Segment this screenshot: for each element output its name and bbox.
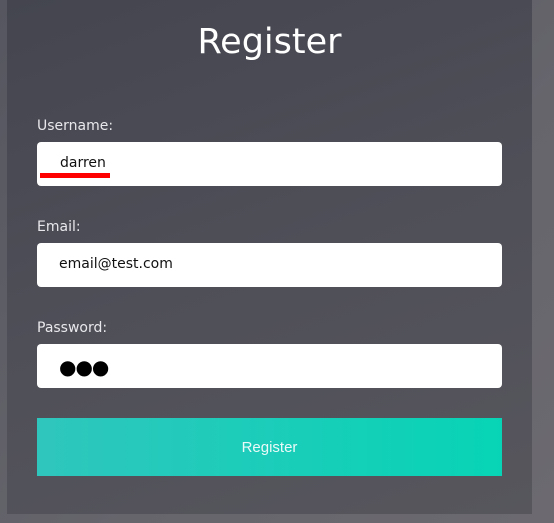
password-input[interactable]: ●●● xyxy=(37,344,502,388)
password-label: Password: xyxy=(37,320,108,336)
username-label: Username: xyxy=(37,118,114,134)
page-title: Register xyxy=(197,22,342,62)
register-button[interactable]: Register xyxy=(37,418,502,476)
email-value: email@test.com xyxy=(59,256,173,272)
email-input[interactable]: email@test.com xyxy=(37,243,502,287)
username-value: darren xyxy=(60,155,106,171)
password-masked-value: ●●● xyxy=(59,355,109,379)
email-label: Email: xyxy=(37,219,81,235)
username-input[interactable]: darren xyxy=(37,142,502,186)
red-underline-annotation xyxy=(40,173,110,178)
register-panel: Register Username: darren Email: email@t… xyxy=(7,0,532,514)
